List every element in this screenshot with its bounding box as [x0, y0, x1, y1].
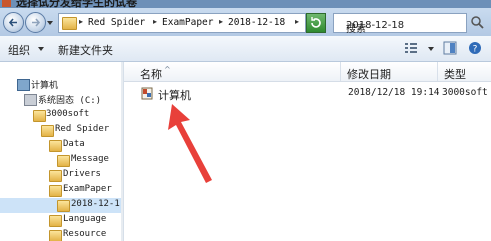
nav-item-label: Drivers — [63, 169, 101, 179]
file-modified-date: 2018/12/18 19:14 — [348, 87, 440, 98]
forward-button[interactable] — [25, 12, 46, 33]
nav-item-label: ExamPaper — [63, 184, 112, 194]
folder-icon — [33, 110, 46, 122]
new-folder-button[interactable]: 新建文件夹 — [58, 42, 113, 58]
annotation-arrow — [168, 104, 212, 183]
folder-icon — [49, 170, 62, 182]
app-icon — [2, 0, 11, 7]
help-icon[interactable]: ? — [468, 41, 482, 55]
address-dropdown-icon[interactable]: ▸ — [295, 17, 299, 26]
breadcrumb-red-spider[interactable]: Red Spider — [88, 17, 145, 28]
title-bar: 选择试分发给学生的试卷 — [0, 0, 491, 8]
nav-item-label: Resource — [63, 229, 107, 239]
view-options-icon[interactable] — [404, 42, 418, 54]
command-toolbar: 组织 新建文件夹 ? — [0, 36, 491, 62]
search-icon — [471, 16, 484, 29]
refresh-icon — [311, 17, 321, 28]
folder-icon — [41, 125, 54, 137]
folder-icon — [49, 215, 62, 227]
folder-icon — [49, 140, 62, 152]
nav-item-label: Message — [71, 154, 109, 164]
nav-item-label: Language — [63, 214, 107, 224]
view-dropdown-icon[interactable] — [428, 47, 434, 51]
window-title: 选择试分发给学生的试卷 — [16, 0, 137, 8]
address-row: ▸ Red Spider ▸ ExamPaper ▸ 2018-12-18 ▸ … — [0, 8, 491, 36]
organize-button[interactable]: 组织 — [8, 42, 30, 58]
folder-icon — [57, 155, 70, 167]
drive-icon — [24, 94, 37, 106]
column-header-name[interactable]: 名称 — [140, 66, 162, 82]
nav-item-red-spider[interactable]: Red Spider — [0, 123, 123, 138]
nav-item-label: 系统固态 (C:) — [38, 96, 102, 106]
file-type: 3000soft ( — [442, 87, 491, 98]
column-divider[interactable] — [340, 62, 341, 81]
folder-icon — [57, 200, 70, 212]
breadcrumb-separator: ▸ — [219, 17, 224, 26]
svg-text:?: ? — [473, 45, 478, 55]
breadcrumb-separator: ▸ — [79, 17, 84, 26]
nav-item-2018-12-18[interactable]: 2018-12-1 — [0, 198, 123, 213]
nav-item-label: 3000soft — [46, 109, 90, 119]
address-bar[interactable]: ▸ Red Spider ▸ ExamPaper ▸ 2018-12-18 ▸ — [58, 13, 306, 33]
nav-scrollbar[interactable] — [121, 62, 123, 241]
nav-item-resource[interactable]: Resource — [0, 228, 123, 241]
nav-item-computer[interactable]: 计算机 — [0, 77, 123, 92]
refresh-button[interactable] — [306, 13, 326, 33]
breadcrumb-2018-12-18[interactable]: 2018-12-18 — [228, 17, 285, 28]
nav-item-data[interactable]: Data — [0, 138, 123, 153]
column-divider[interactable] — [437, 62, 438, 81]
back-arrow-icon — [8, 18, 17, 27]
nav-item-drivers[interactable]: Drivers — [0, 168, 123, 183]
nav-item-system-drive[interactable]: 系统固态 (C:) — [0, 92, 123, 107]
preview-pane-icon[interactable] — [443, 41, 457, 55]
nav-item-label: Data — [63, 139, 85, 149]
folder-icon — [62, 17, 77, 30]
search-query: 2018-12-18 — [346, 20, 405, 31]
search-field[interactable]: 搜索 2018-12-18 — [333, 13, 467, 35]
folder-icon — [49, 230, 62, 241]
nav-item-label: Red Spider — [55, 124, 110, 134]
column-header-modified[interactable]: 修改日期 — [347, 66, 391, 82]
history-dropdown-icon[interactable] — [47, 21, 53, 25]
nav-item-label: 计算机 — [31, 81, 59, 91]
back-button[interactable] — [3, 12, 24, 33]
column-header-type[interactable]: 类型 — [444, 66, 466, 82]
search-button[interactable] — [468, 13, 488, 31]
organize-dropdown-icon[interactable] — [38, 47, 44, 51]
breadcrumb-separator: ▸ — [153, 17, 158, 26]
computer-icon — [17, 79, 30, 91]
forward-arrow-icon — [32, 18, 41, 27]
folder-icon — [49, 185, 62, 197]
column-header-row: 名称 ^ 修改日期 类型 — [124, 62, 491, 82]
nav-item-message[interactable]: Message — [0, 153, 123, 168]
nav-item-language[interactable]: Language — [0, 213, 123, 228]
nav-item-label: 2018-12-1 — [71, 199, 120, 209]
nav-item-exampaper[interactable]: ExamPaper — [0, 183, 123, 198]
nav-item-3000soft[interactable]: 3000soft — [0, 108, 123, 123]
navigation-pane: 计算机 系统固态 (C:) 3000soft Red Spider Data M… — [0, 62, 124, 241]
breadcrumb-exampaper[interactable]: ExamPaper — [162, 17, 213, 28]
sort-ascending-icon: ^ — [164, 65, 171, 74]
